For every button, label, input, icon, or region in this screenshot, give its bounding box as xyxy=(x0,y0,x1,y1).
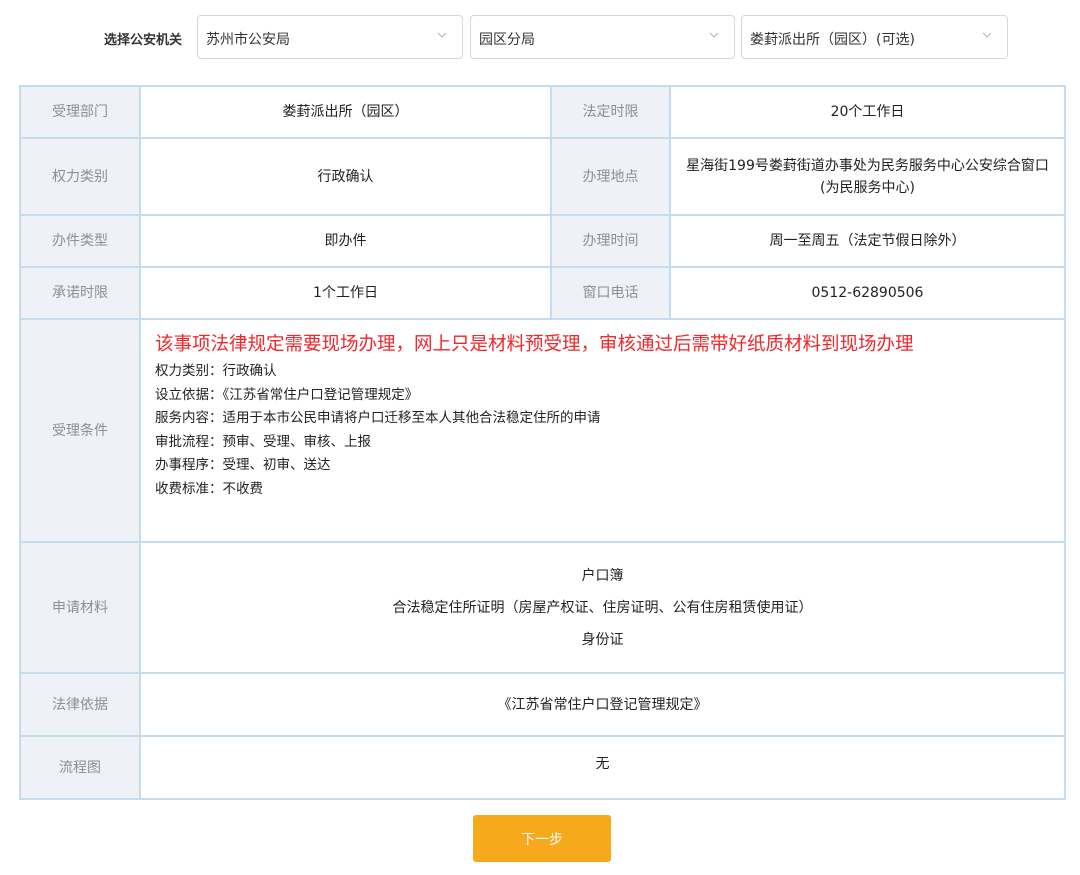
promise-label: 承诺时限 xyxy=(19,266,141,320)
table-row: 办件类型 即办件 办理时间 周一至周五（法定节假日除外） xyxy=(19,214,1066,268)
legal-limit-label: 法定时限 xyxy=(550,85,671,139)
police-selector-row: 选择公安机关 苏州市公安局 园区分局 娄葑派出所（园区）(可选) xyxy=(0,15,1080,61)
type-value: 即办件 xyxy=(139,214,552,268)
condition-line: 设立依据：《江苏省常住户口登记管理规定》 xyxy=(155,386,419,403)
materials-label: 申请材料 xyxy=(19,541,141,674)
material-item: 户口簿 xyxy=(581,567,624,584)
branch-value: 园区分局 xyxy=(479,32,535,48)
dept-label: 受理部门 xyxy=(19,85,141,139)
legal-limit-value: 20个工作日 xyxy=(669,85,1066,139)
chevron-down-icon xyxy=(982,32,992,38)
hours-label: 办理时间 xyxy=(550,214,671,268)
onsite-notice: 该事项法律规定需要现场办理，网上只是材料预受理，审核通过后需带好纸质材料到现场办… xyxy=(155,334,914,355)
table-row: 受理条件 该事项法律规定需要现场办理，网上只是材料预受理，审核通过后需带好纸质材… xyxy=(19,318,1066,543)
location-label: 办理地点 xyxy=(550,137,671,216)
condition-line: 服务内容：适用于本市公民申请将户口迁移至本人其他合法稳定住所的申请 xyxy=(155,410,601,426)
condition-line: 收费标准：不收费 xyxy=(155,480,263,497)
promise-value: 1个工作日 xyxy=(139,266,552,320)
selector-label: 选择公安机关 xyxy=(104,33,183,48)
phone-label: 窗口电话 xyxy=(550,266,671,320)
hours-value: 周一至周五（法定节假日除外） xyxy=(669,214,1066,268)
conditions-label: 受理条件 xyxy=(19,318,141,543)
next-step-button[interactable]: 下一步 xyxy=(473,815,611,862)
table-row: 承诺时限 1个工作日 窗口电话 0512-62890506 xyxy=(19,266,1066,320)
table-row: 权力类别 行政确认 办理地点 星海街199号娄葑街道办事处为民务服务中心公安综合… xyxy=(19,137,1066,216)
flowchart-label: 流程图 xyxy=(19,735,141,800)
service-info-table: 受理部门 娄葑派出所（园区） 法定时限 20个工作日 权力类别 行政确认 办理地… xyxy=(19,85,1066,800)
chevron-down-icon xyxy=(437,32,447,38)
legal-basis-value: 《江苏省常住户口登记管理规定》 xyxy=(139,672,1066,737)
location-value: 星海街199号娄葑街道办事处为民务服务中心公安综合窗口(为民服务中心) xyxy=(669,137,1066,216)
condition-line: 权力类别：行政确认 xyxy=(155,363,277,379)
table-row: 受理部门 娄葑派出所（园区） 法定时限 20个工作日 xyxy=(19,85,1066,139)
table-row: 申请材料 户口簿 合法稳定住所证明（房屋产权证、住房证明、公有住房租赁使用证） … xyxy=(19,541,1066,674)
dept-value: 娄葑派出所（园区） xyxy=(139,85,552,139)
type-label: 办件类型 xyxy=(19,214,141,268)
city-police-select[interactable]: 苏州市公安局 xyxy=(197,15,463,59)
city-police-value: 苏州市公安局 xyxy=(206,32,290,48)
table-row: 法律依据 《江苏省常住户口登记管理规定》 xyxy=(19,672,1066,737)
power-label: 权力类别 xyxy=(19,137,141,216)
table-row: 流程图 无 xyxy=(19,735,1066,800)
station-value: 娄葑派出所（园区）(可选) xyxy=(750,32,915,48)
legal-basis-label: 法律依据 xyxy=(19,672,141,737)
materials-content: 户口簿 合法稳定住所证明（房屋产权证、住房证明、公有住房租赁使用证） 身份证 xyxy=(139,541,1066,674)
material-item: 身份证 xyxy=(581,631,624,648)
material-item: 合法稳定住所证明（房屋产权证、住房证明、公有住房租赁使用证） xyxy=(392,599,813,616)
branch-select[interactable]: 园区分局 xyxy=(470,15,735,59)
conditions-content: 该事项法律规定需要现场办理，网上只是材料预受理，审核通过后需带好纸质材料到现场办… xyxy=(139,318,1066,543)
chevron-down-icon xyxy=(709,32,719,38)
flowchart-value: 无 xyxy=(139,735,1066,800)
power-value: 行政确认 xyxy=(139,137,552,216)
station-select[interactable]: 娄葑派出所（园区）(可选) xyxy=(741,15,1008,59)
condition-line: 审批流程：预审、受理、审核、上报 xyxy=(155,433,371,450)
condition-line: 办事程序：受理、初审、送达 xyxy=(155,457,331,473)
phone-value: 0512-62890506 xyxy=(669,266,1066,320)
